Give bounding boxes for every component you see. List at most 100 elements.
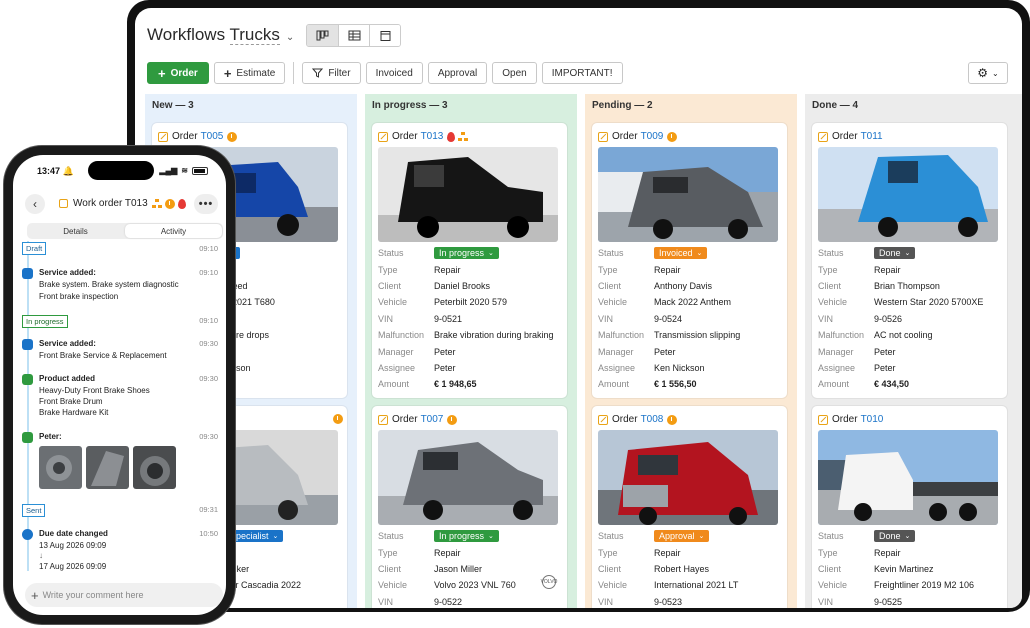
clock-icon (667, 414, 678, 425)
comment-input[interactable]: + Write your comment here (25, 583, 223, 607)
filter-button[interactable]: Filter (302, 62, 361, 84)
service-icon (22, 339, 33, 350)
plus-icon: + (31, 587, 39, 603)
card-header: Order T007 (378, 414, 458, 425)
truck-photo (598, 430, 778, 525)
order-icon (818, 414, 828, 425)
toolbar-divider (293, 62, 295, 84)
event-time: 09:10 (199, 244, 218, 253)
truck-photo (378, 147, 558, 242)
column-title: New — 3 (152, 100, 194, 111)
kanban-app: Workflows Trucks ⌄ + Order + Estimate Filte… (135, 8, 1022, 608)
order-icon (598, 131, 608, 142)
order-number[interactable]: T008 (641, 414, 664, 425)
order-card[interactable]: Order T009 Status Invoiced ⌄ Type Repair Cli… (592, 123, 787, 398)
card-fields: Status Approval ⌄ Type Repair Client Robert … (598, 530, 739, 607)
truck-photo (818, 147, 998, 242)
add-estimate-button[interactable]: + Estimate (213, 62, 286, 84)
wifi-icon: ≋ (181, 166, 188, 175)
filter-approval-button[interactable]: Approval (427, 62, 488, 84)
order-card[interactable]: Order T013 Status In progress ⌄ Type Repair … (372, 123, 567, 398)
order-card[interactable]: Order T011 Status Done ⌄ Type Repair Client B… (812, 123, 1007, 398)
order-number[interactable]: T013 (421, 131, 444, 142)
monitor-frame: Workflows Trucks ⌄ + Order + Estimate Filte… (127, 0, 1030, 612)
status-time: 13:47 🔔 (37, 166, 74, 176)
clock-icon (333, 414, 343, 424)
hierarchy-icon (151, 198, 162, 209)
status-dropdown[interactable]: Invoiced ⌄ (654, 247, 708, 260)
kanban-view-button[interactable] (307, 24, 339, 46)
page-header: Workflows Trucks ⌄ (147, 20, 402, 50)
status-dropdown[interactable]: In progress ⌄ (434, 530, 499, 543)
event-time: 09:10 (199, 316, 218, 325)
status-dropdown[interactable]: Done ⌄ (874, 530, 916, 543)
column-pending: Pending — 2 Order T009 Status Invoiced ⌄ Ty… (585, 94, 797, 608)
back-button[interactable]: ‹ (25, 194, 45, 214)
card-header: Order T013 (378, 131, 469, 142)
card-fields: Status Invoiced ⌄ Type Repair Client Anthony… (598, 247, 741, 390)
volvo-logo: VOLVO (541, 575, 557, 590)
activity-event: Service added: 09:10 Brake system. Brake… (22, 268, 218, 302)
activity-event: Due date changed 10:50 13 Aug 2026 09:09… (22, 529, 218, 575)
urgent-icon (447, 131, 456, 142)
order-card[interactable]: Order T007 Status In progress ⌄ Type Repair … (372, 406, 567, 608)
status-tag-draft: Draft (22, 242, 47, 255)
status-tag-sent: Sent (22, 504, 46, 517)
view-switcher (306, 23, 402, 47)
order-number[interactable]: T009 (641, 131, 664, 142)
urgent-icon (177, 198, 186, 209)
order-card[interactable]: Order T008 Status Approval ⌄ Type Repair Cli… (592, 406, 787, 608)
gear-icon: ⚙ (977, 66, 989, 80)
phone-frame: 13:47 🔔 ▂▄▆ ≋ ‹ Work order T013 ••• Detai… (4, 146, 235, 624)
toolbar: + Order + Estimate Filter Invoiced Approva… (147, 62, 1014, 84)
order-icon (378, 414, 388, 425)
order-number[interactable]: T005 (201, 131, 224, 142)
photo-thumbnail[interactable] (86, 446, 129, 489)
clock-icon (667, 131, 678, 142)
order-card[interactable]: Order T010 Status Done ⌄ Type Repair Client K… (812, 406, 1007, 608)
bell-icon: 🔔 (62, 166, 74, 176)
chevron-down-icon: ⌄ (285, 32, 295, 43)
clock-icon (22, 529, 33, 540)
order-number[interactable]: T007 (421, 414, 444, 425)
table-view-button[interactable] (338, 24, 370, 46)
clock-icon (447, 414, 458, 425)
chevron-down-icon: ⌄ (992, 68, 999, 78)
tab-activity[interactable]: Activity (125, 224, 222, 238)
truck-photo (598, 147, 778, 242)
card-header: Order T011 (818, 131, 883, 142)
status-dropdown[interactable]: Approval ⌄ (654, 530, 710, 543)
settings-button[interactable]: ⚙ ⌄ (968, 62, 1008, 84)
order-number[interactable]: T011 (861, 131, 883, 142)
filter-icon (312, 68, 324, 78)
activity-event: Product added 09:30 Heavy-Duty Front Bra… (22, 374, 218, 420)
phone-screen: 13:47 🔔 ▂▄▆ ≋ ‹ Work order T013 ••• Detai… (13, 155, 226, 615)
order-number[interactable]: T010 (861, 414, 884, 425)
calendar-view-button[interactable] (369, 24, 401, 46)
truck-photo (818, 430, 998, 525)
more-button[interactable]: ••• (194, 194, 218, 214)
signal-icon: ▂▄▆ (159, 166, 178, 175)
truck-photo (378, 430, 558, 525)
phone-tabs: Details Activity (27, 223, 223, 239)
plus-icon: + (223, 65, 232, 81)
filter-open-button[interactable]: Open (492, 62, 537, 84)
status-icons: ▂▄▆ ≋ (159, 166, 208, 175)
filter-invoiced-button[interactable]: Invoiced (365, 62, 423, 84)
tab-details[interactable]: Details (27, 223, 124, 239)
card-header: Order T009 (598, 131, 678, 142)
column-done: Done — 4 Order T011 Status Done ⌄ Type Repai… (805, 94, 1022, 608)
order-icon (158, 131, 168, 142)
status-dropdown[interactable]: In progress ⌄ (434, 247, 499, 260)
card-fields: Status Done ⌄ Type Repair Client Kevin Marti… (818, 530, 975, 607)
column-in-progress: In progress — 3 Order T013 Status In progr… (365, 94, 577, 608)
filter-important-button[interactable]: IMPORTANT! (541, 62, 623, 84)
add-order-button[interactable]: + Order (147, 62, 209, 84)
activity-event: Service added: 09:30 Front Brake Service… (22, 339, 218, 363)
page-title[interactable]: Workflows Trucks ⌄ (147, 25, 294, 45)
photo-thumbnail[interactable] (133, 446, 176, 489)
card-fields: Status In progress ⌄ Type Repair Client Jaso… (378, 530, 558, 607)
photo-thumbnail[interactable] (39, 446, 82, 489)
phone-title: Work order T013 (59, 198, 186, 209)
status-dropdown[interactable]: Done ⌄ (874, 247, 916, 260)
